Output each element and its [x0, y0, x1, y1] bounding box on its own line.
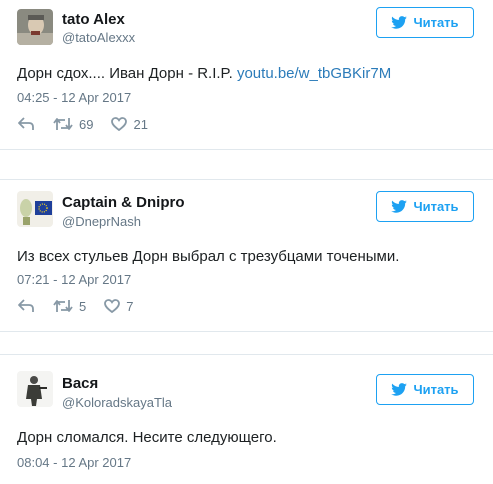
reply-button[interactable] — [17, 117, 35, 131]
heart-icon — [111, 117, 128, 131]
retweet-count: 5 — [79, 298, 87, 314]
tweet-actions: 69 21 — [17, 114, 166, 134]
like-button[interactable]: 21 — [111, 116, 148, 132]
follow-label: Читать — [413, 382, 459, 397]
tweet-actions: 5 7 — [17, 296, 151, 316]
author-handle[interactable]: @tatoAlexxx — [62, 30, 135, 45]
like-count: 7 — [126, 298, 134, 314]
avatar[interactable] — [17, 191, 53, 227]
retweet-icon — [53, 118, 73, 130]
like-count: 21 — [133, 116, 148, 132]
heart-icon — [104, 299, 121, 313]
avatar[interactable] — [17, 9, 53, 45]
tweet-timestamp[interactable]: 04:25 - 12 Apr 2017 — [17, 90, 131, 105]
retweet-button[interactable]: 5 — [53, 299, 86, 314]
retweet-icon — [53, 300, 73, 312]
avatar[interactable] — [17, 371, 53, 407]
follow-button[interactable]: Читать — [376, 191, 474, 222]
tweet-text: Дорн сломался. Несите следующего. — [17, 429, 277, 446]
tweet-card: Вася @KoloradskayaTla Читать Дорн сломал… — [0, 354, 493, 484]
retweet-button[interactable]: 69 — [53, 117, 93, 132]
author-name[interactable]: Вася — [62, 375, 98, 392]
tweet-text: Дорн сдох.... Иван Дорн - R.I.P. youtu.b… — [17, 65, 392, 82]
follow-label: Читать — [413, 199, 459, 214]
retweet-count: 69 — [79, 116, 94, 132]
tweet-card: Captain & Dnipro @DneprNash Читать Из вс… — [0, 179, 493, 332]
tweet-link[interactable]: youtu.be/w_tbGBKir7M — [237, 65, 391, 82]
follow-button[interactable]: Читать — [376, 7, 474, 38]
reply-icon — [18, 299, 34, 312]
tweet-timestamp[interactable]: 08:04 - 12 Apr 2017 — [17, 455, 131, 470]
tweet-text: Из всех стульев Дорн выбрал с трезубцами… — [17, 248, 400, 265]
reply-icon — [18, 117, 34, 130]
author-name[interactable]: tato Alex — [62, 11, 125, 28]
tweet-card: tato Alex @tatoAlexxx Читать Дорн сдох..… — [0, 0, 493, 150]
reply-button[interactable] — [17, 299, 35, 313]
follow-label: Читать — [413, 15, 459, 30]
author-handle[interactable]: @KoloradskayaTla — [62, 395, 172, 410]
twitter-bird-icon — [391, 383, 408, 396]
author-name[interactable]: Captain & Dnipro — [62, 194, 185, 211]
like-button[interactable]: 7 — [104, 299, 133, 314]
twitter-bird-icon — [391, 200, 408, 213]
twitter-bird-icon — [391, 16, 408, 29]
author-handle[interactable]: @DneprNash — [62, 214, 141, 229]
tweet-timestamp[interactable]: 07:21 - 12 Apr 2017 — [17, 272, 131, 287]
follow-button[interactable]: Читать — [376, 374, 474, 405]
